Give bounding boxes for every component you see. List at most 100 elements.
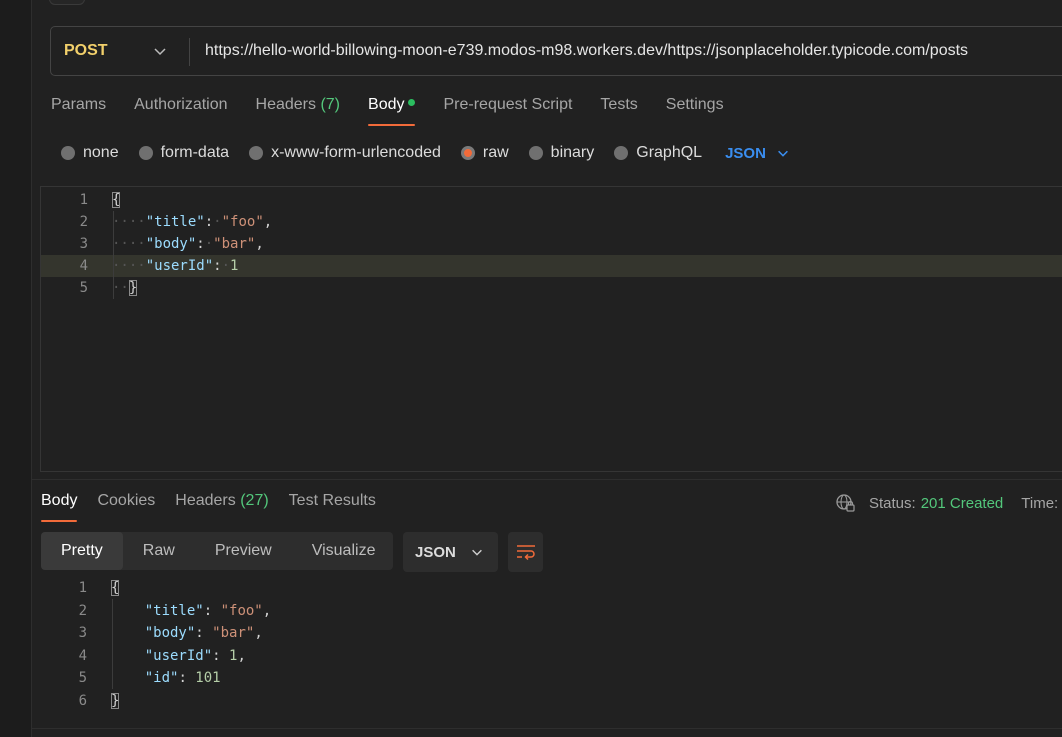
brace-close: } — [128, 280, 138, 296]
wrap-lines-button[interactable] — [508, 532, 543, 572]
view-raw[interactable]: Raw — [123, 532, 195, 570]
radio-circle-selected[interactable] — [460, 146, 475, 160]
line-number: 1 — [78, 580, 87, 596]
indent-guide — [112, 599, 113, 689]
network-globe-icon[interactable] — [835, 493, 855, 513]
line-number: 4 — [78, 647, 87, 664]
status-label: Status: — [869, 494, 916, 512]
radio-graphql[interactable]: GraphQL — [614, 144, 702, 162]
line-number: 4 — [79, 258, 88, 274]
view-pretty[interactable]: Pretty — [41, 532, 123, 570]
tab-settings[interactable]: Settings — [666, 96, 724, 126]
headers-count: (27) — [240, 492, 269, 509]
radio-raw[interactable]: raw — [460, 144, 509, 162]
json-value: "foo" — [221, 214, 264, 230]
radio-x-www-form-urlencoded[interactable]: x-www-form-urlencoded — [249, 144, 441, 162]
tab-label: Body — [368, 96, 405, 113]
radio-form-data[interactable]: form-data — [138, 144, 230, 162]
status-value[interactable]: 201 Created — [921, 495, 1004, 512]
body-language-select[interactable]: JSON — [725, 145, 790, 162]
json-key: "title" — [144, 602, 204, 619]
tab-tests[interactable]: Tests — [600, 96, 637, 126]
top-tab-stub[interactable] — [49, 0, 85, 5]
chevron-down-icon — [471, 549, 482, 556]
tab-label: Test Results — [288, 492, 376, 509]
tab-label: Pre-request Script — [443, 96, 573, 113]
tab-label: Settings — [665, 96, 724, 113]
code-line: 5 "id": 101 — [40, 667, 1062, 689]
response-meta: Status: 201 Created Time: 2 — [835, 492, 1062, 514]
json-key: "body" — [144, 625, 196, 641]
tab-label: Headers — [255, 96, 316, 113]
radio-label: form-data — [160, 144, 230, 161]
tab-label: Headers — [175, 492, 236, 509]
tab-pre-request-script[interactable]: Pre-request Script — [443, 96, 572, 126]
method-label: POST — [64, 42, 108, 59]
json-value: 1 — [230, 258, 239, 274]
request-body-editor[interactable]: 1 { 2 ····"title":·"foo", 3 ····"body":·… — [40, 186, 1062, 472]
line-number: 1 — [79, 192, 88, 208]
tab-label: Cookies — [97, 492, 156, 509]
line-number: 2 — [78, 602, 87, 619]
radio-circle[interactable] — [614, 146, 629, 160]
json-value: 101 — [195, 670, 221, 686]
radio-binary[interactable]: binary — [528, 144, 595, 162]
code-line: 3 ····"body":·"bar", — [41, 233, 1062, 255]
json-value: "foo" — [220, 602, 263, 619]
body-type-options: none form-data x-www-form-urlencoded raw… — [61, 142, 790, 164]
view-visualize[interactable]: Visualize — [292, 532, 396, 570]
tab-label: Body — [41, 492, 78, 509]
radio-label: binary — [550, 144, 595, 161]
json-value: 1 — [229, 647, 238, 664]
tab-headers[interactable]: Headers (7) — [256, 96, 341, 126]
indent-guide — [113, 211, 114, 299]
code-line: 5 ··} — [41, 277, 1062, 299]
request-url-bar: POST — [50, 26, 1062, 76]
radio-label: x-www-form-urlencoded — [271, 144, 441, 161]
resp-tab-body[interactable]: Body — [41, 492, 78, 522]
url-divider — [189, 38, 190, 66]
line-number: 3 — [78, 625, 87, 641]
code-line: 2 "title": "foo", — [40, 600, 1062, 622]
response-language-select[interactable]: JSON — [403, 532, 498, 572]
response-body-viewer[interactable]: 1 { 2 "title": "foo", 3 "body": "bar", 4… — [40, 577, 1062, 717]
tab-authorization[interactable]: Authorization — [134, 96, 227, 126]
resp-tab-cookies[interactable]: Cookies — [97, 492, 155, 522]
chevron-down-icon — [777, 150, 788, 157]
brace-close: } — [111, 692, 120, 709]
wrap-lines-icon — [516, 545, 535, 561]
method-select[interactable]: POST — [64, 27, 108, 75]
line-number: 5 — [79, 280, 88, 296]
line-number: 3 — [79, 236, 88, 252]
response-tabs: Body Cookies Headers (27) Test Results — [41, 492, 396, 522]
url-input[interactable] — [205, 27, 1062, 75]
radio-circle[interactable] — [528, 146, 543, 160]
json-key: "body" — [145, 236, 197, 252]
tab-body[interactable]: Body — [368, 96, 416, 126]
time-label: Time: — [1021, 494, 1059, 512]
code-line: 2 ····"title":·"foo", — [41, 211, 1062, 233]
line-number: 6 — [78, 692, 87, 709]
radio-circle[interactable] — [138, 146, 153, 160]
code-line: 1 { — [40, 577, 1062, 599]
radio-label: raw — [482, 144, 509, 161]
radio-none[interactable]: none — [61, 144, 119, 162]
chevron-down-icon[interactable] — [152, 43, 168, 59]
json-key: "id" — [144, 670, 179, 686]
tab-label: Params — [51, 96, 107, 113]
view-preview[interactable]: Preview — [195, 532, 292, 570]
json-key: "userId" — [144, 647, 213, 664]
radio-label: none — [83, 144, 119, 161]
tab-params[interactable]: Params — [51, 96, 106, 126]
code-line: 1 { — [41, 189, 1062, 211]
headers-count: (7) — [320, 96, 341, 113]
status-bar-divider — [31, 728, 1062, 729]
resp-tab-headers[interactable]: Headers (27) — [175, 492, 268, 522]
pane-divider[interactable] — [31, 479, 1062, 480]
body-active-dot — [408, 99, 416, 107]
json-key: "title" — [145, 214, 205, 230]
radio-circle[interactable] — [61, 146, 75, 160]
json-value: "bar" — [212, 625, 255, 641]
resp-tab-test-results[interactable]: Test Results — [289, 492, 376, 522]
radio-circle[interactable] — [249, 146, 264, 160]
